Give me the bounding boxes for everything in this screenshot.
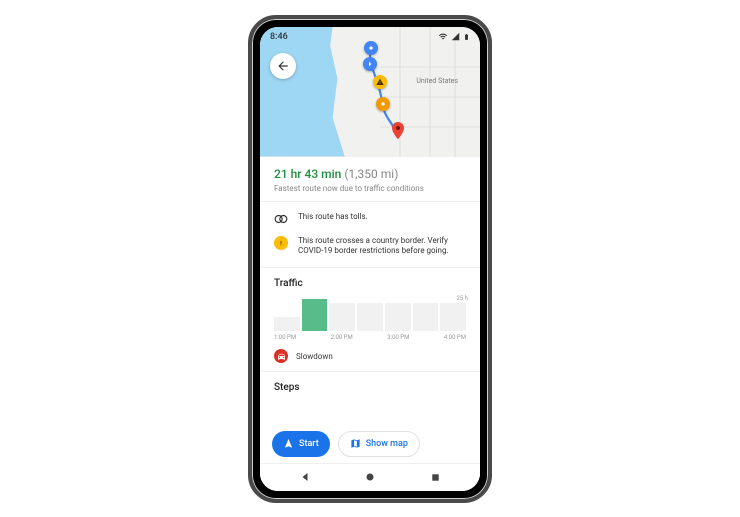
notice-covid-text: This route crosses a country border. Ver… (298, 236, 466, 258)
traffic-x-labels: 1:00 PM 2:00 PM 3:00 PM 4:00 PM (274, 334, 466, 341)
traffic-bar (274, 317, 300, 331)
traffic-bar (413, 303, 439, 331)
route-warning-pin (373, 75, 387, 89)
route-caution-pin (376, 97, 390, 111)
traffic-bar (385, 303, 411, 331)
circle-home-icon (364, 471, 376, 483)
traffic-y-label: 25 h (456, 295, 468, 302)
slowdown-label: Slowdown (296, 352, 333, 361)
show-map-button[interactable]: Show map (338, 431, 420, 457)
nav-recent-button[interactable] (415, 472, 455, 483)
route-duration: 21 hr 43 min (274, 167, 341, 181)
traffic-bar-current (302, 299, 328, 331)
notice-covid: This route crosses a country border. Ver… (274, 236, 466, 258)
traffic-bar (329, 303, 355, 331)
map-icon (350, 438, 361, 449)
navigation-icon (283, 438, 294, 449)
battery-icon (463, 32, 470, 42)
route-distance: (1,350 mi) (344, 167, 398, 181)
status-time: 8:46 (270, 32, 288, 42)
square-recent-icon (430, 472, 441, 483)
route-summary: 21 hr 43 min (1,350 mi) Fastest route no… (260, 157, 480, 202)
screen: 8:46 United States (260, 27, 480, 491)
back-button[interactable] (270, 53, 296, 79)
start-button[interactable]: Start (272, 431, 330, 457)
steps-section: Steps (260, 372, 480, 411)
route-turn-pin (363, 57, 377, 71)
traffic-x-label: 1:00 PM (274, 334, 296, 341)
phone-frame: 8:46 United States (248, 15, 492, 503)
arrow-left-icon (276, 59, 290, 73)
triangle-back-icon (299, 471, 311, 483)
traffic-section: Traffic 25 h 1:00 PM 2:00 PM (260, 268, 480, 372)
tolls-icon (274, 212, 288, 226)
wifi-icon (438, 32, 448, 41)
traffic-chart: 25 h (274, 297, 466, 331)
traffic-bar (357, 303, 383, 331)
status-bar: 8:46 (260, 27, 480, 47)
route-subtitle: Fastest route now due to traffic conditi… (274, 184, 466, 193)
map-country-label: United States (416, 77, 458, 85)
notice-tolls-text: This route has tolls. (298, 212, 368, 223)
warning-icon (274, 236, 288, 250)
traffic-x-label: 2:00 PM (331, 334, 353, 341)
nav-home-button[interactable] (350, 471, 390, 483)
signal-icon (451, 32, 460, 41)
route-notices: This route has tolls. This route crosses… (260, 202, 480, 269)
traffic-x-label: 4:00 PM (444, 334, 466, 341)
start-button-label: Start (299, 439, 319, 449)
slowdown-icon (274, 349, 288, 363)
traffic-title: Traffic (274, 278, 466, 289)
show-map-button-label: Show map (366, 439, 408, 449)
destination-pin-icon (390, 122, 404, 136)
traffic-x-label: 3:00 PM (387, 334, 409, 341)
notice-tolls: This route has tolls. (274, 212, 466, 226)
status-indicators (438, 32, 470, 42)
nav-back-button[interactable] (285, 471, 325, 483)
steps-title: Steps (274, 382, 466, 393)
slowdown-row: Slowdown (274, 349, 466, 363)
traffic-bar (440, 303, 466, 331)
android-nav-bar (260, 463, 480, 491)
